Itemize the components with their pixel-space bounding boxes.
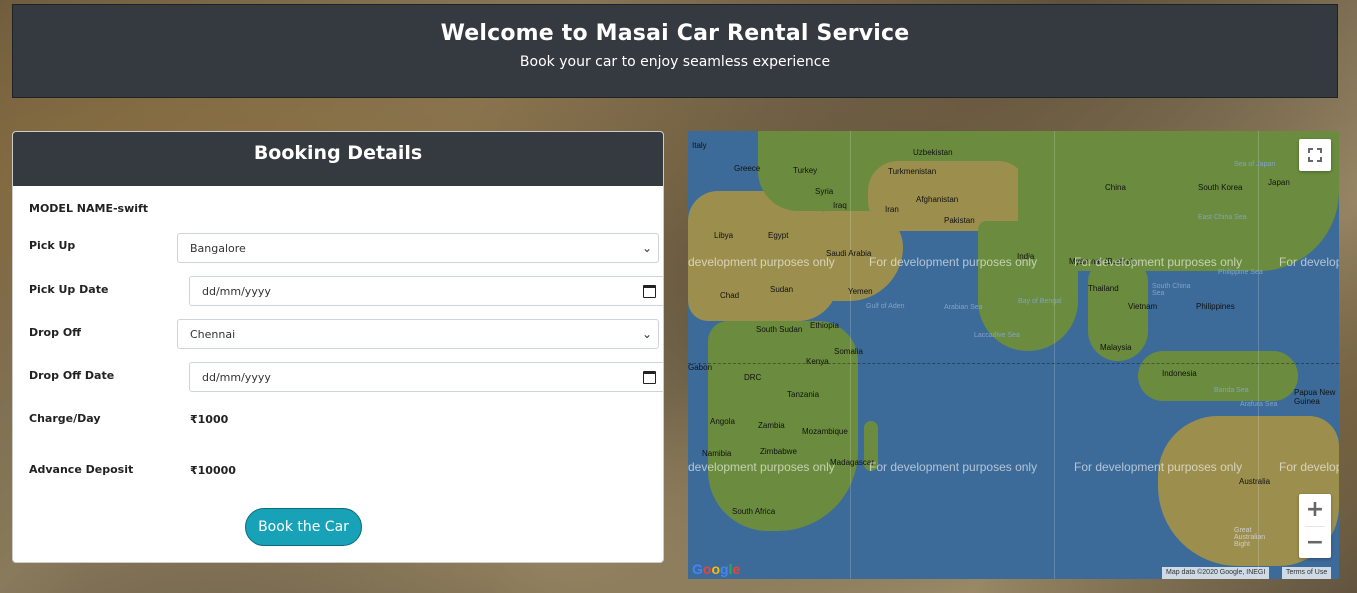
calendar-icon[interactable]: [643, 371, 656, 384]
google-logo[interactable]: Google: [692, 561, 740, 577]
map-sea-label: Arafura Sea: [1240, 401, 1278, 408]
map-label: China: [1105, 183, 1126, 192]
map-label: South Sudan: [756, 325, 803, 334]
map-label: Ethiopia: [810, 321, 839, 330]
pickup-select-value: Bangalore: [190, 242, 246, 255]
map-sea-label: South China Sea: [1152, 283, 1191, 297]
pickup-date-input[interactable]: dd/mm/yyyy: [189, 276, 663, 306]
dropoff-date-input[interactable]: dd/mm/yyyy: [189, 362, 663, 392]
map-label: Tanzania: [787, 390, 820, 399]
map-label: South Africa: [732, 507, 776, 516]
map[interactable]: Italy Greece Turkey Syria Iraq Uzbekista…: [688, 131, 1339, 579]
map-sea-label: Laccadive Sea: [974, 332, 1020, 339]
map-watermark: For develop: [1279, 460, 1339, 474]
map-gridline: [1258, 131, 1259, 579]
map-label: Philippines: [1196, 302, 1235, 311]
map-label: Turkmenistan: [888, 167, 937, 176]
map-sea-label: Sea of Japan: [1234, 161, 1276, 168]
map-sea-label: Philippine Sea: [1218, 269, 1263, 276]
charge-label: Charge/Day: [29, 412, 101, 425]
map-watermark: For development purposes only: [1074, 255, 1243, 269]
pickup-date-label: Pick Up Date: [29, 283, 109, 296]
dropoff-select[interactable]: Chennai ⌄: [177, 319, 659, 349]
map-label: Mozambique: [802, 427, 848, 436]
map-label: Somalia: [834, 347, 863, 356]
pickup-date-placeholder: dd/mm/yyyy: [202, 285, 271, 298]
zoom-out-button[interactable]: −: [1299, 527, 1331, 558]
map-watermark: development purposes only: [688, 460, 835, 474]
fullscreen-icon: [1308, 148, 1322, 162]
map-label: Namibia: [702, 449, 732, 458]
map-label: Greece: [734, 164, 761, 173]
map-label: Turkey: [793, 166, 818, 175]
dropoff-label: Drop Off: [29, 326, 82, 339]
fullscreen-button[interactable]: [1299, 139, 1331, 171]
dropoff-date-placeholder: dd/mm/yyyy: [202, 371, 271, 384]
map-label: Indonesia: [1162, 369, 1197, 378]
map-label: Yemen: [848, 287, 873, 296]
calendar-icon[interactable]: [643, 285, 656, 298]
map-attribution: Map data ©2020 Google, INEGI: [1162, 567, 1270, 579]
map-label: Madagascar: [830, 458, 875, 467]
map-label: Italy: [692, 141, 707, 150]
booking-title: Booking Details: [13, 132, 663, 186]
map-label: Kenya: [806, 357, 829, 366]
map-label: Chad: [720, 291, 740, 300]
map-label: Syria: [815, 187, 834, 196]
pickup-select[interactable]: Bangalore ⌄: [177, 233, 659, 263]
map-sea-label: East China Sea: [1198, 214, 1247, 221]
book-car-button[interactable]: Book the Car: [245, 508, 362, 546]
map-watermark: For development purposes only: [869, 460, 1038, 474]
map-label: Thailand: [1088, 284, 1119, 293]
booking-card: Booking Details MODEL NAME-swift Pick Up…: [12, 131, 664, 563]
map-label: Angola: [710, 417, 735, 426]
map-label: Sudan: [770, 285, 794, 294]
map-label: Vietnam: [1128, 302, 1158, 311]
map-label: Japan: [1268, 178, 1290, 187]
map-gridline: [1054, 131, 1055, 579]
model-name: MODEL NAME-swift: [29, 202, 149, 215]
map-label: Great Australian Bight: [1234, 527, 1266, 548]
charge-value: ₹1000: [190, 413, 229, 426]
map-label: Libya: [714, 231, 734, 240]
map-label: Uzbekistan: [913, 148, 953, 157]
map-label: Zambia: [758, 421, 785, 430]
chevron-down-icon: ⌄: [641, 327, 652, 341]
map-watermark: For development purposes only: [1074, 460, 1243, 474]
map-label: South Korea: [1198, 183, 1243, 192]
map-watermark: development purposes only: [688, 255, 835, 269]
map-equator-line: [688, 363, 1339, 364]
map-land-asia: [1018, 131, 1339, 271]
map-sea-label: Banda Sea: [1214, 387, 1249, 394]
map-watermark: For develop: [1279, 255, 1339, 269]
map-label: Pakistan: [944, 216, 975, 225]
page-header: Welcome to Masai Car Rental Service Book…: [12, 4, 1338, 98]
map-label: Gabon: [688, 363, 713, 372]
terms-of-use-link[interactable]: Terms of Use: [1282, 567, 1332, 579]
zoom-control: + −: [1299, 494, 1331, 558]
deposit-value: ₹10000: [190, 464, 236, 477]
map-sea-label: Bay of Bengal: [1018, 298, 1062, 305]
map-label: Zimbabwe: [760, 447, 797, 456]
map-label: Malaysia: [1100, 343, 1132, 352]
pickup-label: Pick Up: [29, 239, 76, 252]
map-label: Australia: [1239, 477, 1271, 486]
map-label: Iraq: [833, 201, 847, 210]
zoom-in-button[interactable]: +: [1299, 494, 1331, 526]
deposit-label: Advance Deposit: [29, 463, 134, 476]
map-label: DRC: [744, 373, 762, 382]
map-label: Egypt: [768, 231, 789, 240]
map-label: Afghanistan: [916, 195, 959, 204]
dropoff-select-value: Chennai: [190, 328, 236, 341]
map-label: Iran: [885, 205, 899, 214]
map-sea-label: Arabian Sea: [944, 304, 983, 311]
dropoff-date-label: Drop Off Date: [29, 369, 115, 382]
page-title: Welcome to Masai Car Rental Service: [440, 21, 910, 46]
map-watermark: For development purposes only: [869, 255, 1038, 269]
map-sea-label: Gulf of Aden: [866, 303, 905, 310]
chevron-down-icon: ⌄: [641, 241, 652, 255]
page-subtitle: Book your car to enjoy seamless experien…: [519, 54, 831, 70]
map-label: Papua New Guinea: [1294, 388, 1336, 406]
